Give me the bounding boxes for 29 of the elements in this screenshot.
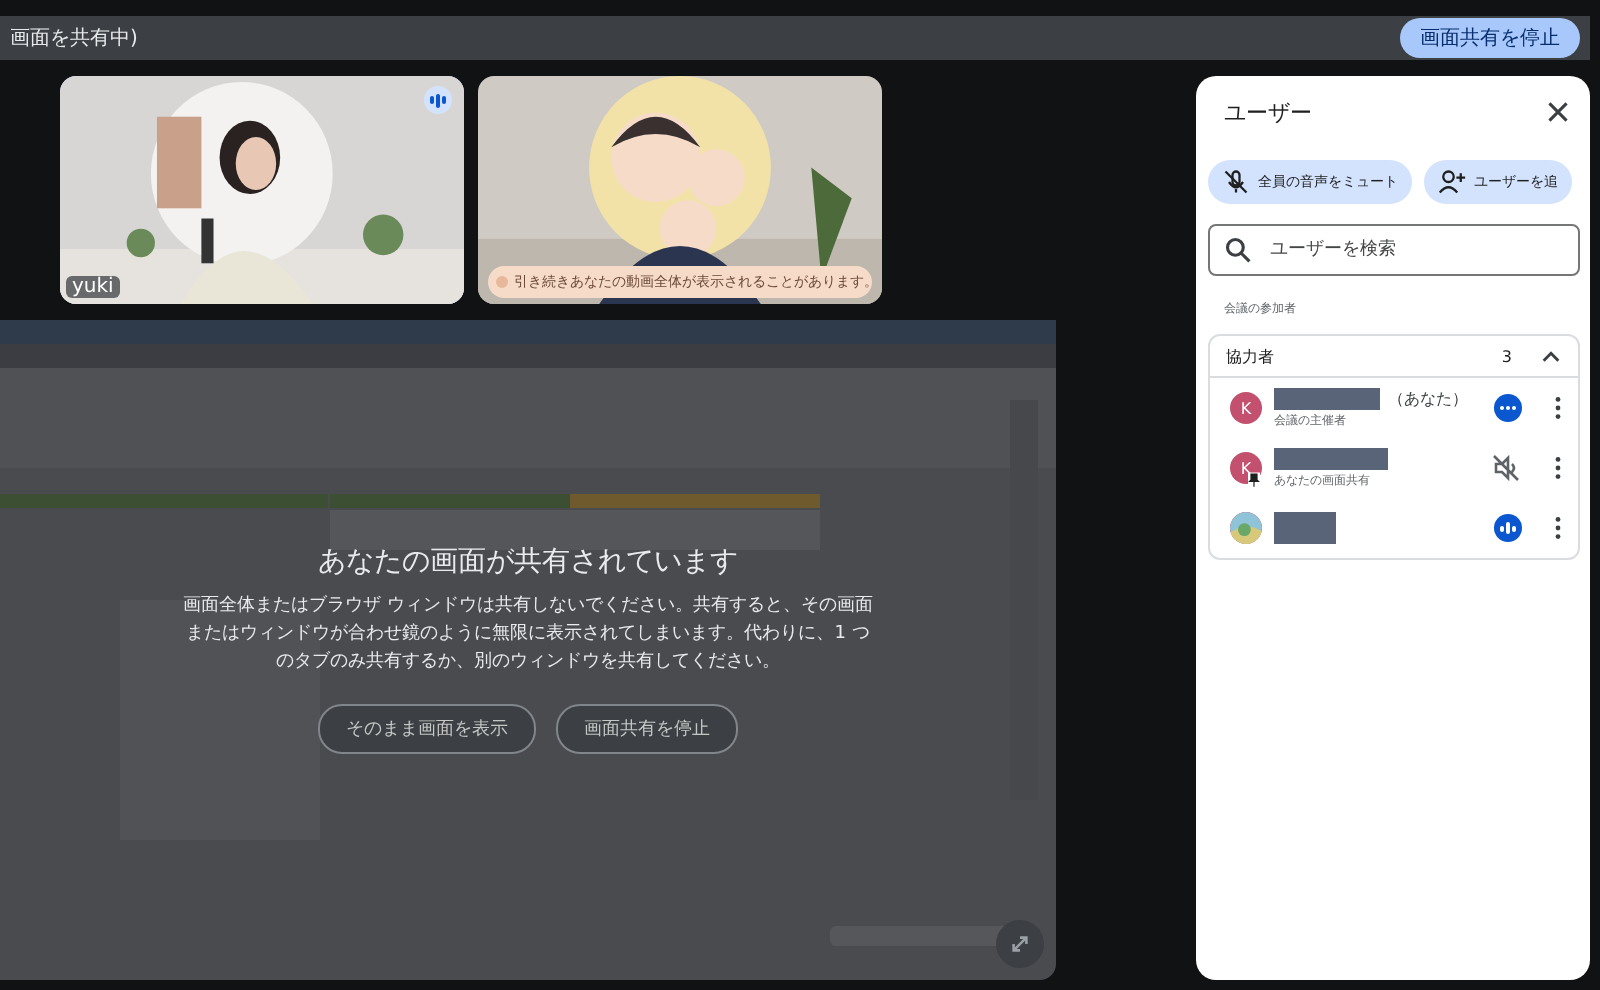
stop-sharing-button[interactable]: 画面共有を停止: [1400, 18, 1580, 58]
close-button[interactable]: [1542, 96, 1574, 128]
more-options-button[interactable]: [1550, 456, 1566, 480]
info-icon: [496, 276, 508, 288]
redacted-name: [1274, 447, 1388, 469]
redacted-name: [1274, 512, 1336, 544]
presentation-title: あなたの画面が共有されています: [318, 544, 738, 580]
more-icon: [1554, 456, 1562, 480]
participant-count: 3: [1501, 347, 1512, 365]
group-header[interactable]: 協力者 3: [1210, 336, 1578, 378]
sharing-status: 画面を共有中): [10, 25, 138, 52]
search-icon: [1224, 236, 1252, 264]
panel-title: ユーザー: [1224, 97, 1312, 127]
mic-off-icon: [1222, 168, 1250, 196]
group-label: 協力者: [1226, 345, 1276, 367]
redacted-name: [1274, 387, 1380, 409]
more-icon: [1554, 516, 1562, 540]
presentation-message: 画面全体またはブラウザ ウィンドウは共有しないでください。共有すると、その画面またはウィンドウが合わせ鏡のように無限に表示されてしまいます。代わりに、1 つのタブのみ共有するか、別のウィンドウを共有してください。: [183, 593, 873, 676]
participant-name: yuki: [66, 276, 120, 298]
avatar: K: [1230, 392, 1262, 424]
more-options-button[interactable]: [1550, 396, 1566, 420]
show-screen-button[interactable]: そのまま画面を表示: [318, 704, 536, 754]
stop-sharing-button[interactable]: 画面共有を停止: [556, 704, 738, 754]
more-options-button[interactable]: [1550, 516, 1566, 540]
close-icon: [1546, 100, 1570, 124]
more-icon: [1554, 396, 1562, 420]
add-person-icon: [1438, 168, 1466, 196]
search-field[interactable]: ユーザーを検索: [1208, 224, 1580, 276]
you-label: （あなた）: [1388, 387, 1468, 409]
